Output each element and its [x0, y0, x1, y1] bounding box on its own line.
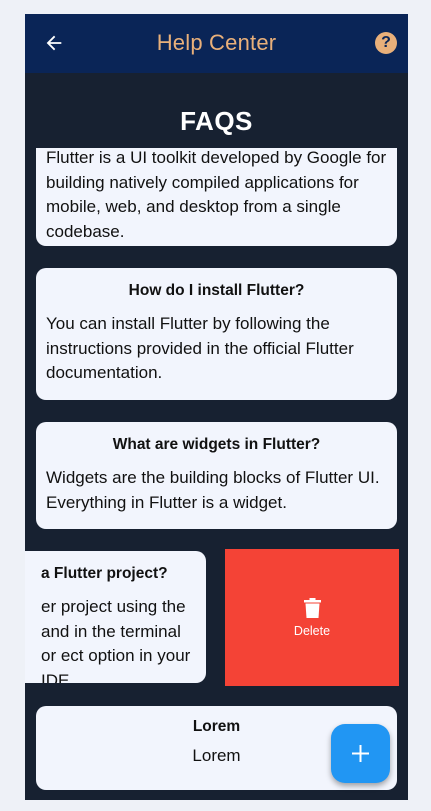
add-faq-button[interactable] [331, 724, 390, 783]
plus-icon [352, 745, 369, 762]
faq-answer: You can install Flutter by following the… [46, 314, 354, 382]
faq-answer: Flutter is a UI toolkit developed by Goo… [46, 148, 387, 241]
delete-label: Delete [293, 624, 331, 638]
faq-question: What are widgets in Flutter? [112, 436, 321, 453]
question-circle-icon[interactable]: ? [375, 32, 397, 54]
faq-answer: er project using the and in the terminal… [41, 597, 191, 683]
page-title: FAQS [180, 106, 253, 136]
app-bar: Help Center ? [25, 14, 408, 73]
faq-card[interactable]: What are widgets in Flutter? Widgets are… [36, 422, 397, 529]
faq-question: How do I install Flutter? [128, 282, 305, 299]
faq-list: Flutter is a UI toolkit developed by Goo… [25, 148, 408, 800]
faq-answer: Widgets are the building blocks of Flutt… [46, 468, 380, 512]
trash-icon [304, 598, 321, 618]
delete-action[interactable]: Delete [225, 549, 399, 686]
app-screen: Help Center ? FAQS Flutter is a UI toolk… [25, 14, 408, 800]
faq-card-swiped[interactable]: a Flutter project? er project using the … [25, 551, 206, 683]
faq-card[interactable]: Flutter is a UI toolkit developed by Goo… [36, 148, 397, 246]
app-bar-title: Help Center [156, 30, 277, 55]
faq-card[interactable]: How do I install Flutter? You can instal… [36, 268, 397, 400]
faq-question: a Flutter project? [41, 565, 168, 582]
